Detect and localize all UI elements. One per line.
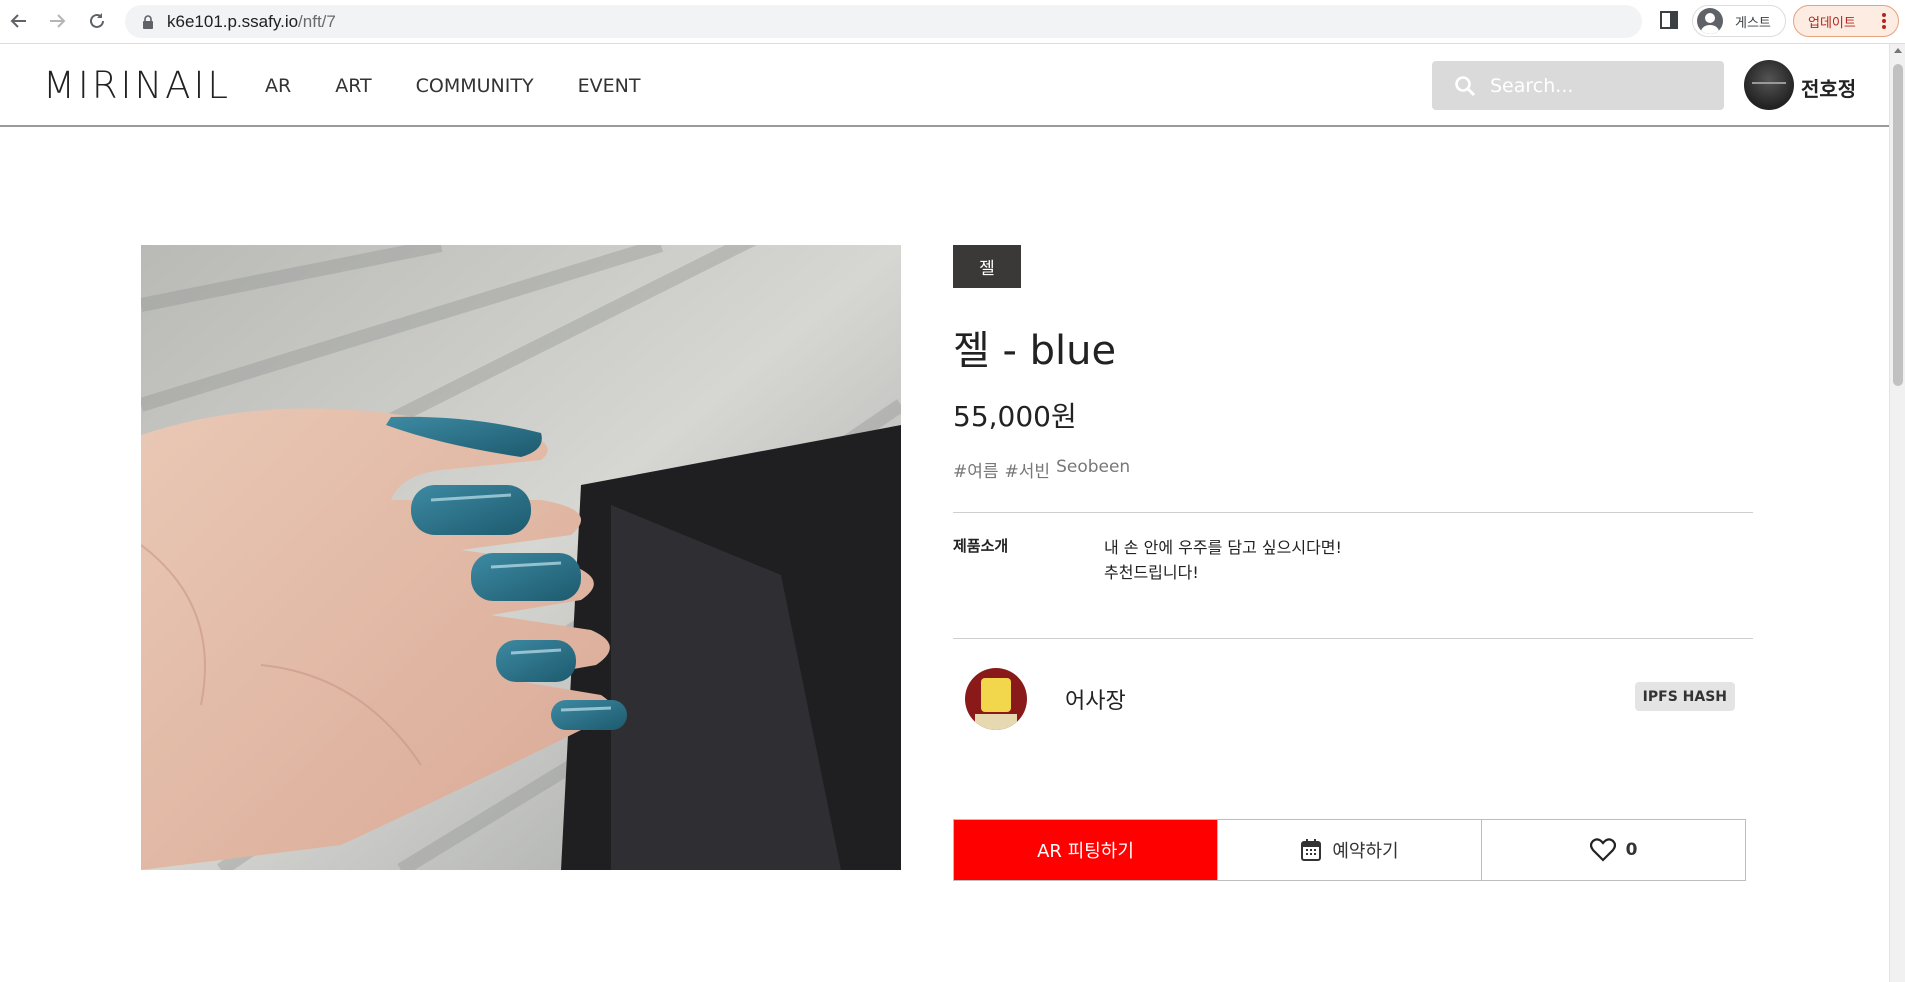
- nail-photo: [141, 245, 901, 870]
- product-tags: #여름 #서빈 Seobeen: [953, 457, 1130, 482]
- kebab-menu-icon: [1882, 13, 1886, 29]
- seller-avatar[interactable]: [965, 668, 1027, 730]
- nav-ar[interactable]: AR: [265, 75, 291, 97]
- description-line: 추천드립니다!: [1104, 563, 1199, 582]
- product-title: 젤 - blue: [953, 328, 1117, 374]
- divider: [953, 512, 1753, 513]
- nav-community[interactable]: COMMUNITY: [416, 75, 534, 97]
- product-image: [141, 245, 901, 870]
- guest-profile-button[interactable]: 게스트: [1692, 5, 1786, 37]
- category-badge: 젤: [953, 245, 1021, 288]
- guest-avatar-icon: [1697, 8, 1723, 34]
- user-name[interactable]: 전호정: [1801, 73, 1856, 102]
- main-nav: AR ART COMMUNITY EVENT: [265, 75, 640, 97]
- description-text: 내 손 안에 우주를 담고 싶으시다면! 추천드립니다!: [1104, 535, 1342, 585]
- tag-item[interactable]: #여름: [953, 457, 999, 482]
- ar-fitting-label: AR 피팅하기: [1037, 841, 1134, 862]
- reserve-label: 예약하기: [1332, 841, 1399, 862]
- search-box: [1432, 61, 1724, 110]
- ar-fitting-button[interactable]: AR 피팅하기: [954, 820, 1217, 880]
- search-icon: [1455, 75, 1476, 96]
- nav-event[interactable]: EVENT: [578, 75, 641, 97]
- scroll-up-icon[interactable]: [1894, 48, 1902, 53]
- site-header: MIRINAIL AR ART COMMUNITY EVENT 전호정: [0, 44, 1889, 127]
- divider: [953, 638, 1753, 639]
- description-label: 제품소개: [953, 537, 1009, 555]
- update-button[interactable]: 업데이트: [1793, 5, 1899, 37]
- side-panel-icon[interactable]: [1660, 10, 1678, 30]
- scroll-thumb[interactable]: [1893, 64, 1903, 386]
- search-input[interactable]: [1490, 74, 1710, 97]
- like-button[interactable]: 0: [1481, 820, 1745, 880]
- like-count: 0: [1625, 840, 1638, 860]
- user-avatar[interactable]: [1744, 60, 1794, 110]
- tag-item[interactable]: #서빈: [1005, 457, 1051, 482]
- back-arrow-icon[interactable]: [6, 8, 32, 34]
- browser-toolbar: k6e101.p.ssafy.io/nft/7 게스트 업데이트: [0, 0, 1905, 44]
- heart-icon: [1589, 838, 1616, 862]
- reserve-button[interactable]: 예약하기: [1217, 820, 1481, 880]
- product-price: 55,000원: [953, 400, 1077, 433]
- address-bar[interactable]: k6e101.p.ssafy.io/nft/7: [125, 5, 1642, 38]
- description-line: 내 손 안에 우주를 담고 싶으시다면!: [1104, 538, 1342, 557]
- ipfs-hash-button[interactable]: IPFS HASH: [1634, 682, 1735, 711]
- lock-icon: [143, 14, 153, 29]
- tag-item[interactable]: Seobeen: [1056, 457, 1130, 482]
- forward-arrow-icon[interactable]: [44, 8, 70, 34]
- seller-name[interactable]: 어사장: [1065, 683, 1126, 715]
- reload-icon[interactable]: [84, 8, 110, 34]
- update-label: 업데이트: [1808, 14, 1856, 30]
- site-logo[interactable]: MIRINAIL: [43, 64, 231, 107]
- action-bar: AR 피팅하기 예약하기 0: [953, 819, 1746, 881]
- page-scrollbar[interactable]: [1889, 44, 1905, 982]
- nav-art[interactable]: ART: [335, 75, 371, 97]
- guest-label: 게스트: [1735, 14, 1771, 30]
- url-text: k6e101.p.ssafy.io/nft/7: [167, 11, 336, 31]
- calendar-icon: [1301, 839, 1322, 861]
